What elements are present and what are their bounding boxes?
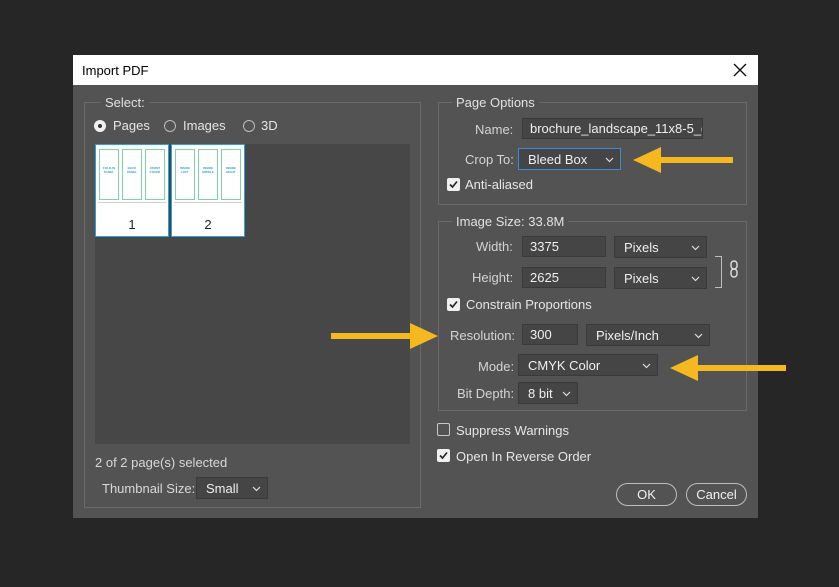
- constrain-proportions-label[interactable]: Constrain Proportions: [466, 297, 592, 312]
- height-label: Height:: [472, 270, 514, 285]
- mode-select[interactable]: CMYK Color: [518, 354, 658, 376]
- height-field[interactable]: 2625: [522, 267, 606, 288]
- width-label: Width:: [476, 239, 513, 254]
- close-icon[interactable]: [728, 58, 752, 82]
- resolution-value: 300: [530, 327, 552, 342]
- panel-text: FRONT COVER: [149, 166, 161, 174]
- panel-text: INSIDE RIGHT: [225, 166, 236, 174]
- name-value: brochure_landscape_11x8-5_dc: [530, 121, 703, 136]
- selection-status: 2 of 2 page(s) selected: [95, 455, 228, 470]
- width-unit-select[interactable]: Pixels: [614, 236, 707, 258]
- bit-depth-select[interactable]: 8 bit: [518, 382, 578, 404]
- chevron-down-icon: [691, 276, 700, 282]
- thumbnail-size-select[interactable]: Small: [196, 477, 268, 499]
- panel-text: FOLD-IN PANEL: [102, 166, 116, 174]
- checkmark-icon: [449, 180, 458, 189]
- image-size-label: Image Size: 33.8M: [452, 214, 569, 229]
- page-options-label: Page Options: [452, 95, 539, 110]
- suppress-warnings-label[interactable]: Suppress Warnings: [456, 423, 569, 438]
- resolution-unit-value: Pixels/Inch: [596, 328, 659, 343]
- link-bracket: [715, 256, 722, 288]
- page-preview: INSIDE LEFT INSIDE MIDDLE INSIDE RIGHT: [174, 147, 242, 203]
- chain-link-icon[interactable]: [728, 260, 740, 278]
- checkmark-icon: [439, 451, 448, 460]
- constrain-proportions-checkbox[interactable]: [447, 298, 460, 311]
- chevron-down-icon: [691, 245, 700, 251]
- import-pdf-dialog: Import PDF Select: Pages Images 3D FOLD-…: [73, 55, 758, 518]
- select-group-label: Select:: [101, 95, 149, 110]
- panel-text: BACK PANEL: [127, 166, 137, 174]
- mode-value: CMYK Color: [528, 358, 601, 373]
- dialog-title: Import PDF: [82, 63, 149, 78]
- brochure-panel: FRONT COVER: [145, 149, 165, 200]
- page-number: 1: [128, 217, 136, 232]
- chevron-down-icon: [642, 363, 651, 369]
- 3d-radio[interactable]: [243, 120, 255, 132]
- chevron-down-icon: [605, 157, 614, 163]
- annotation-arrow-crop: [633, 147, 733, 173]
- ok-button[interactable]: OK: [616, 483, 677, 506]
- panel-text: INSIDE MIDDLE: [202, 166, 214, 174]
- resolution-field[interactable]: 300: [522, 324, 578, 345]
- resolution-label: Resolution:: [450, 328, 516, 343]
- height-unit-select[interactable]: Pixels: [614, 267, 707, 289]
- page-preview: FOLD-IN PANEL BACK PANEL FRONT COVER: [98, 147, 166, 203]
- reverse-order-label[interactable]: Open In Reverse Order: [456, 449, 591, 464]
- reverse-order-checkbox[interactable]: [437, 449, 450, 462]
- cancel-button[interactable]: Cancel: [686, 483, 747, 506]
- suppress-warnings-checkbox[interactable]: [437, 423, 450, 436]
- crop-to-label: Crop To:: [465, 152, 514, 167]
- resolution-unit-select[interactable]: Pixels/Inch: [586, 324, 710, 346]
- images-radio[interactable]: [164, 120, 176, 132]
- height-unit-value: Pixels: [624, 271, 659, 286]
- width-value: 3375: [530, 239, 559, 254]
- brochure-panel: INSIDE MIDDLE: [198, 149, 218, 200]
- brochure-panel: INSIDE RIGHT: [221, 149, 241, 200]
- page-thumbnail[interactable]: INSIDE LEFT INSIDE MIDDLE INSIDE RIGHT 2: [171, 144, 245, 237]
- brochure-panel: FOLD-IN PANEL: [99, 149, 119, 200]
- name-field[interactable]: brochure_landscape_11x8-5_dc: [522, 118, 703, 139]
- width-field[interactable]: 3375: [522, 236, 606, 257]
- page-thumbnail[interactable]: FOLD-IN PANEL BACK PANEL FRONT COVER 1: [95, 144, 169, 237]
- brochure-panel: INSIDE LEFT: [175, 149, 195, 200]
- thumbnail-size-value: Small: [206, 481, 239, 496]
- annotation-arrow-resolution: [331, 323, 438, 349]
- crop-to-value: Bleed Box: [528, 152, 588, 167]
- anti-aliased-label[interactable]: Anti-aliased: [465, 177, 533, 192]
- brochure-panel: BACK PANEL: [122, 149, 142, 200]
- chevron-down-icon: [562, 391, 571, 397]
- 3d-radio-label[interactable]: 3D: [261, 118, 278, 133]
- page-number: 2: [204, 217, 212, 232]
- width-unit-value: Pixels: [624, 240, 659, 255]
- chevron-down-icon: [694, 333, 703, 339]
- thumbnail-area: FOLD-IN PANEL BACK PANEL FRONT COVER 1 I…: [95, 144, 410, 444]
- chevron-down-icon: [252, 486, 261, 492]
- bit-depth-label: Bit Depth:: [457, 386, 515, 401]
- bit-depth-value: 8 bit: [528, 386, 553, 401]
- checkmark-icon: [449, 300, 458, 309]
- panel-text: INSIDE LEFT: [179, 166, 190, 174]
- height-value: 2625: [530, 270, 559, 285]
- title-bar: Import PDF: [73, 55, 758, 85]
- mode-label: Mode:: [478, 359, 515, 374]
- thumbnail-size-label: Thumbnail Size:: [102, 481, 196, 496]
- pages-radio-label[interactable]: Pages: [113, 118, 150, 133]
- crop-to-select[interactable]: Bleed Box: [518, 148, 621, 170]
- name-label: Name:: [475, 122, 514, 137]
- annotation-arrow-mode: [670, 355, 786, 381]
- pages-radio[interactable]: [94, 120, 106, 132]
- anti-aliased-checkbox[interactable]: [447, 178, 460, 191]
- images-radio-label[interactable]: Images: [183, 118, 226, 133]
